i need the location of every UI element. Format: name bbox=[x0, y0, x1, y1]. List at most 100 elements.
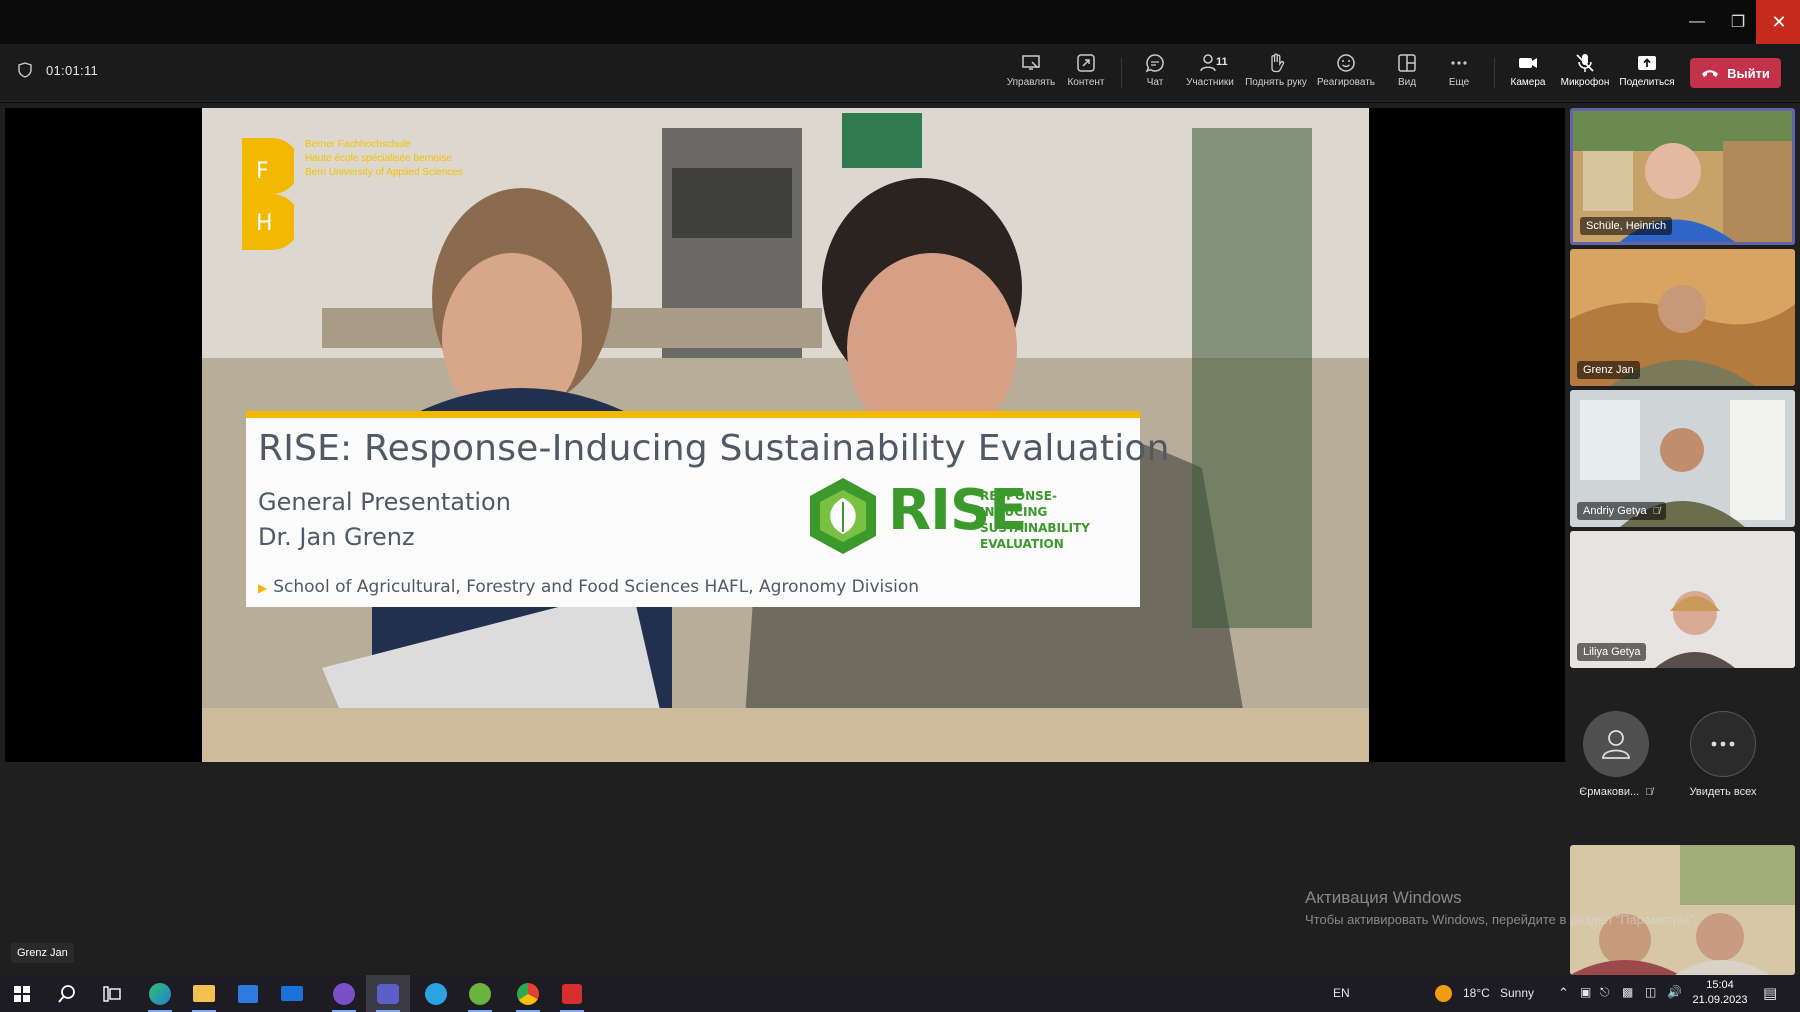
slide-school-text: School of Agricultural, Forestry and Foo… bbox=[273, 577, 920, 597]
restore-icon[interactable]: ❐ bbox=[1715, 0, 1761, 44]
institution-name-fr: Haute école spécialisée bernoise bbox=[305, 153, 452, 164]
taskbar-app-mail[interactable] bbox=[270, 975, 314, 1012]
avatar bbox=[1583, 711, 1649, 777]
chat-icon bbox=[1145, 54, 1164, 73]
minimize-icon[interactable]: — bbox=[1674, 0, 1720, 44]
slide-presenter: Dr. Jan Grenz bbox=[258, 523, 415, 551]
close-icon[interactable]: ✕ bbox=[1756, 0, 1800, 44]
tray-chevron-up-icon[interactable]: ⌃ bbox=[1558, 985, 1569, 1001]
slide-school: ▶ School of Agricultural, Forestry and Fo… bbox=[258, 577, 919, 597]
participants-rail: Schüle, Heinrich Grenz Jan Andriy Getya 🎙… bbox=[1565, 103, 1800, 983]
mail-icon bbox=[281, 986, 303, 1001]
smiley-icon bbox=[1337, 54, 1355, 72]
layout-icon bbox=[1398, 54, 1416, 72]
rise-tagline: RESPONSE-INDUCING SUSTAINABILITY EVALUAT… bbox=[980, 488, 1124, 552]
content-icon bbox=[1077, 54, 1095, 72]
leave-label: Выйти bbox=[1727, 65, 1770, 81]
taskbar-app-acrobat[interactable] bbox=[550, 975, 594, 1012]
windows-activation-watermark: Активация Windows Чтобы активировать Win… bbox=[1305, 888, 1698, 927]
see-all-button[interactable]: Увидеть всех bbox=[1678, 711, 1768, 798]
share-button[interactable]: Поделиться bbox=[1615, 52, 1679, 96]
meeting-elapsed-time: 01:01:11 bbox=[46, 62, 99, 78]
tray-volume-icon[interactable]: 🔊 bbox=[1667, 985, 1682, 999]
tray-display-icon[interactable]: ▩ bbox=[1622, 985, 1633, 999]
bfh-logo: F H bbox=[242, 138, 294, 250]
task-view-button[interactable] bbox=[90, 975, 134, 1012]
participant-avatar[interactable]: Єрмакови... 🎙̸ bbox=[1571, 711, 1661, 798]
raise-hand-button[interactable]: Поднять руку bbox=[1244, 52, 1308, 96]
windows-logo-icon bbox=[14, 985, 30, 1002]
chat-label: Чат bbox=[1146, 77, 1164, 88]
rise-tagline-3: EVALUATION bbox=[980, 537, 1064, 551]
taskbar-app-explorer[interactable] bbox=[182, 975, 226, 1012]
watermark-title: Активация Windows bbox=[1305, 888, 1462, 907]
participant-name: Liliya Getya bbox=[1577, 643, 1647, 661]
taskbar-app-chrome[interactable] bbox=[506, 975, 550, 1012]
manage-icon bbox=[1022, 55, 1040, 70]
toolbar-divider bbox=[1494, 58, 1495, 88]
taskbar-app-edge[interactable] bbox=[138, 975, 182, 1012]
shared-slide: F H Berner Fachhochschule Haute école sp… bbox=[202, 108, 1369, 762]
language-indicator[interactable]: EN bbox=[1333, 986, 1350, 1000]
search-icon bbox=[58, 984, 75, 1003]
tray-network-icon[interactable]: ▣ bbox=[1580, 985, 1591, 999]
participant-tile[interactable]: Andriy Getya 🎙̸ bbox=[1570, 390, 1795, 527]
react-label: Реагировать bbox=[1316, 77, 1376, 88]
edge-icon bbox=[149, 982, 171, 1005]
avatar-name-text: Єрмакови... bbox=[1579, 786, 1640, 798]
task-view-icon bbox=[103, 985, 121, 1002]
screen-share-area: F H Berner Fachhochschule Haute école sp… bbox=[5, 108, 1565, 762]
share-label: Поделиться bbox=[1619, 77, 1675, 88]
toolbar-divider bbox=[1121, 58, 1122, 88]
taskbar-clock[interactable]: 15:04 21.09.2023 bbox=[1690, 978, 1750, 1008]
person-icon bbox=[1602, 730, 1630, 759]
telegram-icon bbox=[425, 982, 447, 1005]
participant-tile[interactable]: Grenz Jan bbox=[1570, 249, 1795, 386]
participants-label: Участники bbox=[1186, 77, 1234, 88]
folder-icon bbox=[193, 985, 215, 1002]
hand-icon bbox=[1271, 53, 1285, 73]
chrome-icon bbox=[517, 982, 539, 1005]
weather-condition[interactable]: Sunny bbox=[1500, 986, 1534, 1000]
weather-temperature[interactable]: 18°C bbox=[1463, 986, 1490, 1000]
participant-name: Grenz Jan bbox=[1577, 361, 1640, 379]
slide-title-box: RISE: Response-Inducing Sustainability E… bbox=[246, 411, 1169, 607]
clock-date: 21.09.2023 bbox=[1692, 994, 1748, 1006]
more-icon bbox=[1711, 741, 1735, 747]
mic-label: Микрофон bbox=[1560, 77, 1610, 88]
see-all-label: Увидеть всех bbox=[1689, 786, 1757, 798]
start-button[interactable] bbox=[0, 975, 44, 1012]
participant-tile[interactable]: Schüle, Heinrich bbox=[1570, 108, 1795, 245]
content-label: Контент bbox=[1067, 77, 1105, 88]
react-button[interactable]: Реагировать bbox=[1314, 52, 1378, 96]
camera-button[interactable]: Камера bbox=[1496, 52, 1560, 96]
leave-button[interactable]: Выйти bbox=[1690, 58, 1781, 88]
participants-button[interactable]: 11 Участники bbox=[1178, 52, 1242, 96]
taskbar-app-telegram[interactable] bbox=[414, 975, 458, 1012]
viber-icon bbox=[333, 982, 355, 1005]
taskbar-app-teams[interactable] bbox=[366, 975, 410, 1012]
camera-label: Камера bbox=[1510, 77, 1546, 88]
camera-icon bbox=[1519, 58, 1537, 68]
taskbar-app-utorrent[interactable] bbox=[458, 975, 502, 1012]
see-all-circle bbox=[1690, 711, 1756, 777]
tray-mic-icon[interactable]: ⎋ bbox=[1600, 985, 1610, 1000]
mic-button[interactable]: Микрофон bbox=[1553, 52, 1617, 96]
mic-off-icon: 🎙̸ bbox=[1645, 787, 1653, 798]
store-icon bbox=[238, 984, 258, 1003]
slide-subtitle: General Presentation bbox=[258, 488, 511, 516]
manage-label: Управлять bbox=[1006, 77, 1056, 88]
participant-name-text: Andriy Getya bbox=[1583, 505, 1647, 517]
institution-name-de: Berner Fachhochschule bbox=[305, 139, 411, 150]
content-button[interactable]: Контент bbox=[1054, 52, 1118, 96]
more-button[interactable]: Еще bbox=[1427, 52, 1491, 96]
notification-icon[interactable]: ▤ bbox=[1763, 984, 1777, 1002]
participant-tile[interactable]: Liliya Getya bbox=[1570, 531, 1795, 668]
clock-time: 15:04 bbox=[1706, 979, 1734, 991]
taskbar-app-viber[interactable] bbox=[322, 975, 366, 1012]
search-button[interactable] bbox=[45, 975, 89, 1012]
phone-hangup-icon bbox=[1702, 70, 1719, 77]
tray-wifi-icon[interactable]: ◫ bbox=[1645, 985, 1656, 999]
rise-tagline-1: RESPONSE-INDUCING bbox=[980, 489, 1057, 519]
taskbar-app-store[interactable] bbox=[226, 975, 270, 1012]
